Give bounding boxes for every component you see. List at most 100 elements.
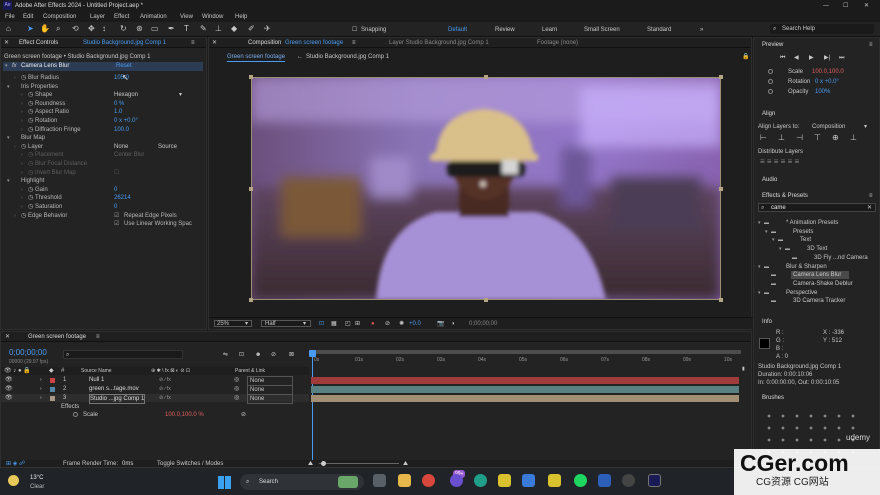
stopwatch-icon[interactable]: ◷	[28, 160, 33, 168]
show-snapshot-icon[interactable]: ◑	[451, 320, 455, 328]
align-left-icon[interactable]: ⊢	[760, 134, 767, 142]
align-top-icon[interactable]: ⊤	[814, 134, 821, 142]
search-help-field[interactable]: ⌕ Search Help	[770, 24, 874, 34]
stopwatch-icon[interactable]: ◷	[28, 126, 33, 134]
expand-arrow-icon[interactable]: ▾	[5, 62, 8, 70]
type-tool-icon[interactable]: T	[184, 25, 189, 33]
close-button[interactable]: ✕	[864, 2, 869, 10]
tree-item-label[interactable]: Camera Lens Blur	[793, 271, 841, 279]
anchor-handle-mr[interactable]	[719, 187, 723, 191]
effect-property-value[interactable]: 100.0	[114, 126, 129, 134]
transparency-grid-icon[interactable]: ▦	[331, 320, 337, 328]
effect-header-row[interactable]: ▾ fx Camera Lens Blur Reset	[3, 62, 203, 71]
hand-tool-icon[interactable]: ✋	[40, 25, 50, 33]
align-bottom-icon[interactable]: ⊥	[850, 134, 857, 142]
scale-stopwatch-icon[interactable]	[768, 69, 773, 74]
comp-breadcrumb-studio[interactable]: Studio Background.jpg Comp 1	[306, 53, 389, 61]
exposure-value[interactable]: +0.0	[409, 320, 421, 328]
workspace-learn[interactable]: Learn	[542, 26, 557, 34]
stopwatch-icon[interactable]: ◷	[28, 100, 33, 108]
roto-brush-icon[interactable]: ✐	[248, 25, 255, 33]
minimize-button[interactable]: —	[823, 2, 829, 10]
stopwatch-icon[interactable]: ◷	[28, 108, 33, 116]
shy-layers-icon[interactable]: ☻	[255, 351, 261, 359]
stopwatch-icon[interactable]: ◷	[28, 117, 33, 125]
property-checkbox[interactable]: ☑	[114, 212, 119, 220]
timeline-zoom-slider[interactable]	[319, 463, 399, 464]
color-channel-icon[interactable]: ●	[371, 320, 375, 328]
brush-tool-icon[interactable]: ✎	[200, 25, 207, 33]
tree-item-label[interactable]: 3D Text	[807, 245, 827, 253]
tree-item-label[interactable]: Blur & Sharpen	[786, 263, 827, 271]
eraser-tool-icon[interactable]: ◆	[231, 25, 237, 33]
property-checkbox[interactable]: ☑	[114, 220, 119, 228]
workspace-default[interactable]: Default	[448, 26, 467, 34]
composition-flowchart-icon[interactable]: ⇋	[223, 351, 228, 359]
tree-expand-icon[interactable]: ▾	[758, 263, 761, 271]
align-vcenter-icon[interactable]: ⊕	[832, 134, 839, 142]
anchor-handle-tl[interactable]	[249, 75, 253, 79]
spotify-icon[interactable]	[574, 474, 587, 487]
menu-help[interactable]: Help	[235, 13, 247, 21]
tree-expand-icon[interactable]: ▾	[772, 236, 775, 244]
selection-tool-icon[interactable]: ➤	[27, 25, 34, 33]
stopwatch-icon[interactable]: ◷	[28, 194, 33, 202]
work-area-bar[interactable]	[311, 350, 741, 354]
last-frame-icon[interactable]: ⏭	[839, 54, 844, 62]
effect-property-value[interactable]: 0 x +0.0°	[114, 117, 138, 125]
menu-edit[interactable]: Edit	[23, 13, 33, 21]
effect-property-value[interactable]: Hexagon	[114, 91, 138, 99]
timeline-menu-icon[interactable]: ≡	[96, 333, 100, 341]
layer-switches-icons[interactable]: ⊘ ∕ fx	[159, 376, 171, 384]
layer-track-bar[interactable]	[311, 377, 739, 384]
close-panel-icon[interactable]: ✕	[4, 39, 9, 47]
layer-label-color[interactable]	[50, 396, 55, 401]
effect-property-value[interactable]: 1.0	[114, 108, 122, 116]
viewer-timecode[interactable]: 0;00;00;00	[469, 320, 497, 328]
anchor-handle-tr[interactable]	[719, 75, 723, 79]
tree-item-label[interactable]: Camera-Shake Deblur	[793, 280, 853, 288]
app-51-alt-icon[interactable]	[548, 474, 561, 487]
parent-pickwhip-icon[interactable]: ◎	[234, 385, 239, 393]
property-expand-icon[interactable]: ›	[21, 186, 23, 194]
anchor-handle-bl[interactable]	[249, 298, 253, 302]
anchor-handle-bm[interactable]	[484, 298, 488, 302]
effect-property-value[interactable]: 0 %	[114, 100, 124, 108]
stopwatch-icon[interactable]: ◷	[28, 186, 33, 194]
menu-view[interactable]: View	[180, 13, 193, 21]
composition-tab[interactable]: Composition	[248, 39, 281, 47]
playhead-handle[interactable]	[309, 350, 316, 357]
app-blue-icon[interactable]	[522, 474, 535, 487]
tree-item-label[interactable]: 3D Fly ...nd Camera	[814, 254, 868, 262]
rotation-stopwatch-icon[interactable]	[768, 79, 773, 84]
visibility-eye-icon[interactable]: 👁	[5, 394, 13, 402]
align-to-dropdown[interactable]: Composition	[812, 123, 845, 131]
tree-item-label[interactable]: Perspective	[786, 289, 817, 297]
effect-reset-link[interactable]: Reset	[116, 62, 132, 70]
rotate-tool-icon[interactable]: ↻	[120, 25, 127, 33]
timeline-search-input[interactable]: ⌕	[63, 350, 183, 359]
tree-item-label[interactable]: Presets	[793, 228, 813, 236]
rectangle-tool-icon[interactable]: ▭	[151, 25, 159, 33]
group-toggle-icon[interactable]: ▾	[7, 83, 10, 91]
clear-search-icon[interactable]: ✕	[867, 204, 872, 212]
explorer-folder-icon[interactable]	[398, 474, 411, 487]
fx-icon[interactable]: fx	[12, 62, 17, 70]
layer-label-color[interactable]	[50, 378, 55, 383]
composition-viewer[interactable]	[251, 77, 721, 300]
anchor-handle-br[interactable]	[719, 298, 723, 302]
group-toggle-icon[interactable]: ▾	[7, 177, 10, 185]
edge-icon[interactable]	[474, 474, 487, 487]
windows-start-icon[interactable]	[218, 476, 231, 489]
layer-switches-icons[interactable]: ⊘ ∕ fx	[159, 394, 171, 402]
snapping-checkbox[interactable]: ☐	[352, 26, 357, 34]
app-51-icon[interactable]	[498, 474, 511, 487]
time-ruler[interactable]: 0s 01s 02s 03s 04s 05s 06s 07s 08s 09s 10s	[311, 350, 741, 366]
property-expand-icon[interactable]: ›	[14, 74, 16, 82]
color-management-icon[interactable]: ⊘	[385, 320, 390, 328]
layer-expand-icon[interactable]: ›	[40, 385, 42, 393]
scale-prop-value[interactable]: 100.0,100.0 %	[165, 411, 204, 419]
stopwatch-icon[interactable]: ◷	[28, 151, 33, 159]
chrome-icon[interactable]	[422, 474, 435, 487]
preview-menu-icon[interactable]: ≡	[869, 41, 873, 49]
